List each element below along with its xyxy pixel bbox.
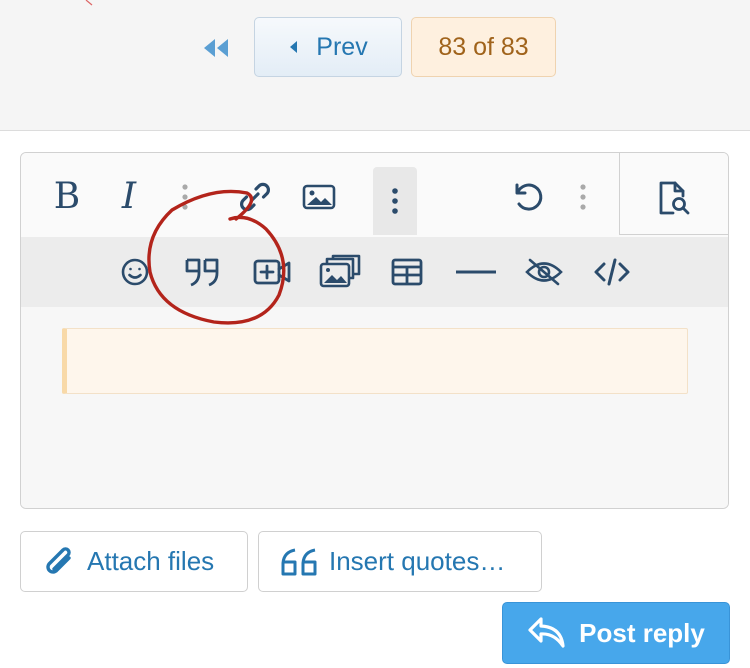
insert-image-button[interactable] (297, 179, 341, 215)
quote-block[interactable] (62, 328, 688, 394)
gallery-icon (319, 254, 361, 288)
pagination-bar: Prev 83 of 83 (0, 0, 750, 131)
insert-quotes-label: Insert quotes… (329, 546, 506, 576)
page-indicator-label: 83 of 83 (438, 32, 529, 61)
more-options-button[interactable] (373, 167, 417, 235)
attach-files-button[interactable]: Attach files (20, 531, 248, 592)
more-vertical-icon (182, 184, 188, 210)
smiley-icon (121, 258, 149, 286)
insert-code-button[interactable] (591, 253, 633, 291)
insert-table-button[interactable] (387, 253, 427, 291)
page-indicator[interactable]: 83 of 83 (411, 17, 556, 77)
code-icon (594, 258, 630, 286)
spoiler-icon (525, 258, 563, 286)
quote-icon (185, 258, 219, 287)
undo-button[interactable] (507, 177, 547, 217)
attach-files-label: Attach files (87, 546, 215, 576)
insert-horizontal-rule-button[interactable] (453, 253, 499, 291)
more-vertical-icon (580, 184, 586, 210)
horizontal-rule-icon (456, 270, 496, 274)
quote-icon (281, 548, 317, 575)
prev-label: Prev (316, 32, 368, 61)
first-page-button[interactable] (196, 30, 236, 66)
post-reply-button[interactable]: Post reply (502, 602, 730, 664)
insert-smiley-button[interactable] (117, 253, 153, 291)
insert-quote-button[interactable] (181, 253, 225, 291)
image-icon (302, 184, 336, 210)
italic-icon: I (121, 175, 137, 217)
insert-quotes-button[interactable]: Insert quotes… (258, 531, 542, 592)
link-icon (240, 182, 270, 212)
preview-button[interactable] (651, 177, 695, 219)
bold-button[interactable]: B (49, 175, 85, 217)
reply-icon (528, 617, 565, 648)
media-icon (253, 259, 291, 285)
preview-icon (659, 181, 690, 215)
double-chevron-left-icon (204, 39, 228, 57)
post-reply-label: Post reply (579, 617, 705, 648)
prev-page-button[interactable]: Prev (254, 17, 402, 77)
undo-icon (515, 183, 543, 211)
table-icon (391, 258, 423, 286)
insert-media-button[interactable] (249, 253, 295, 291)
rich-text-editor: B I (20, 152, 729, 509)
insert-spoiler-button[interactable] (521, 253, 567, 291)
more-history-options-button[interactable] (571, 179, 595, 215)
italic-button[interactable]: I (111, 175, 147, 217)
bold-icon: B (53, 175, 81, 217)
more-text-options-button[interactable] (173, 179, 197, 215)
paperclip-icon (46, 546, 71, 574)
more-vertical-icon (392, 188, 398, 214)
insert-link-button[interactable] (235, 177, 275, 217)
insert-gallery-button[interactable] (317, 251, 363, 291)
caret-left-icon (290, 41, 298, 53)
